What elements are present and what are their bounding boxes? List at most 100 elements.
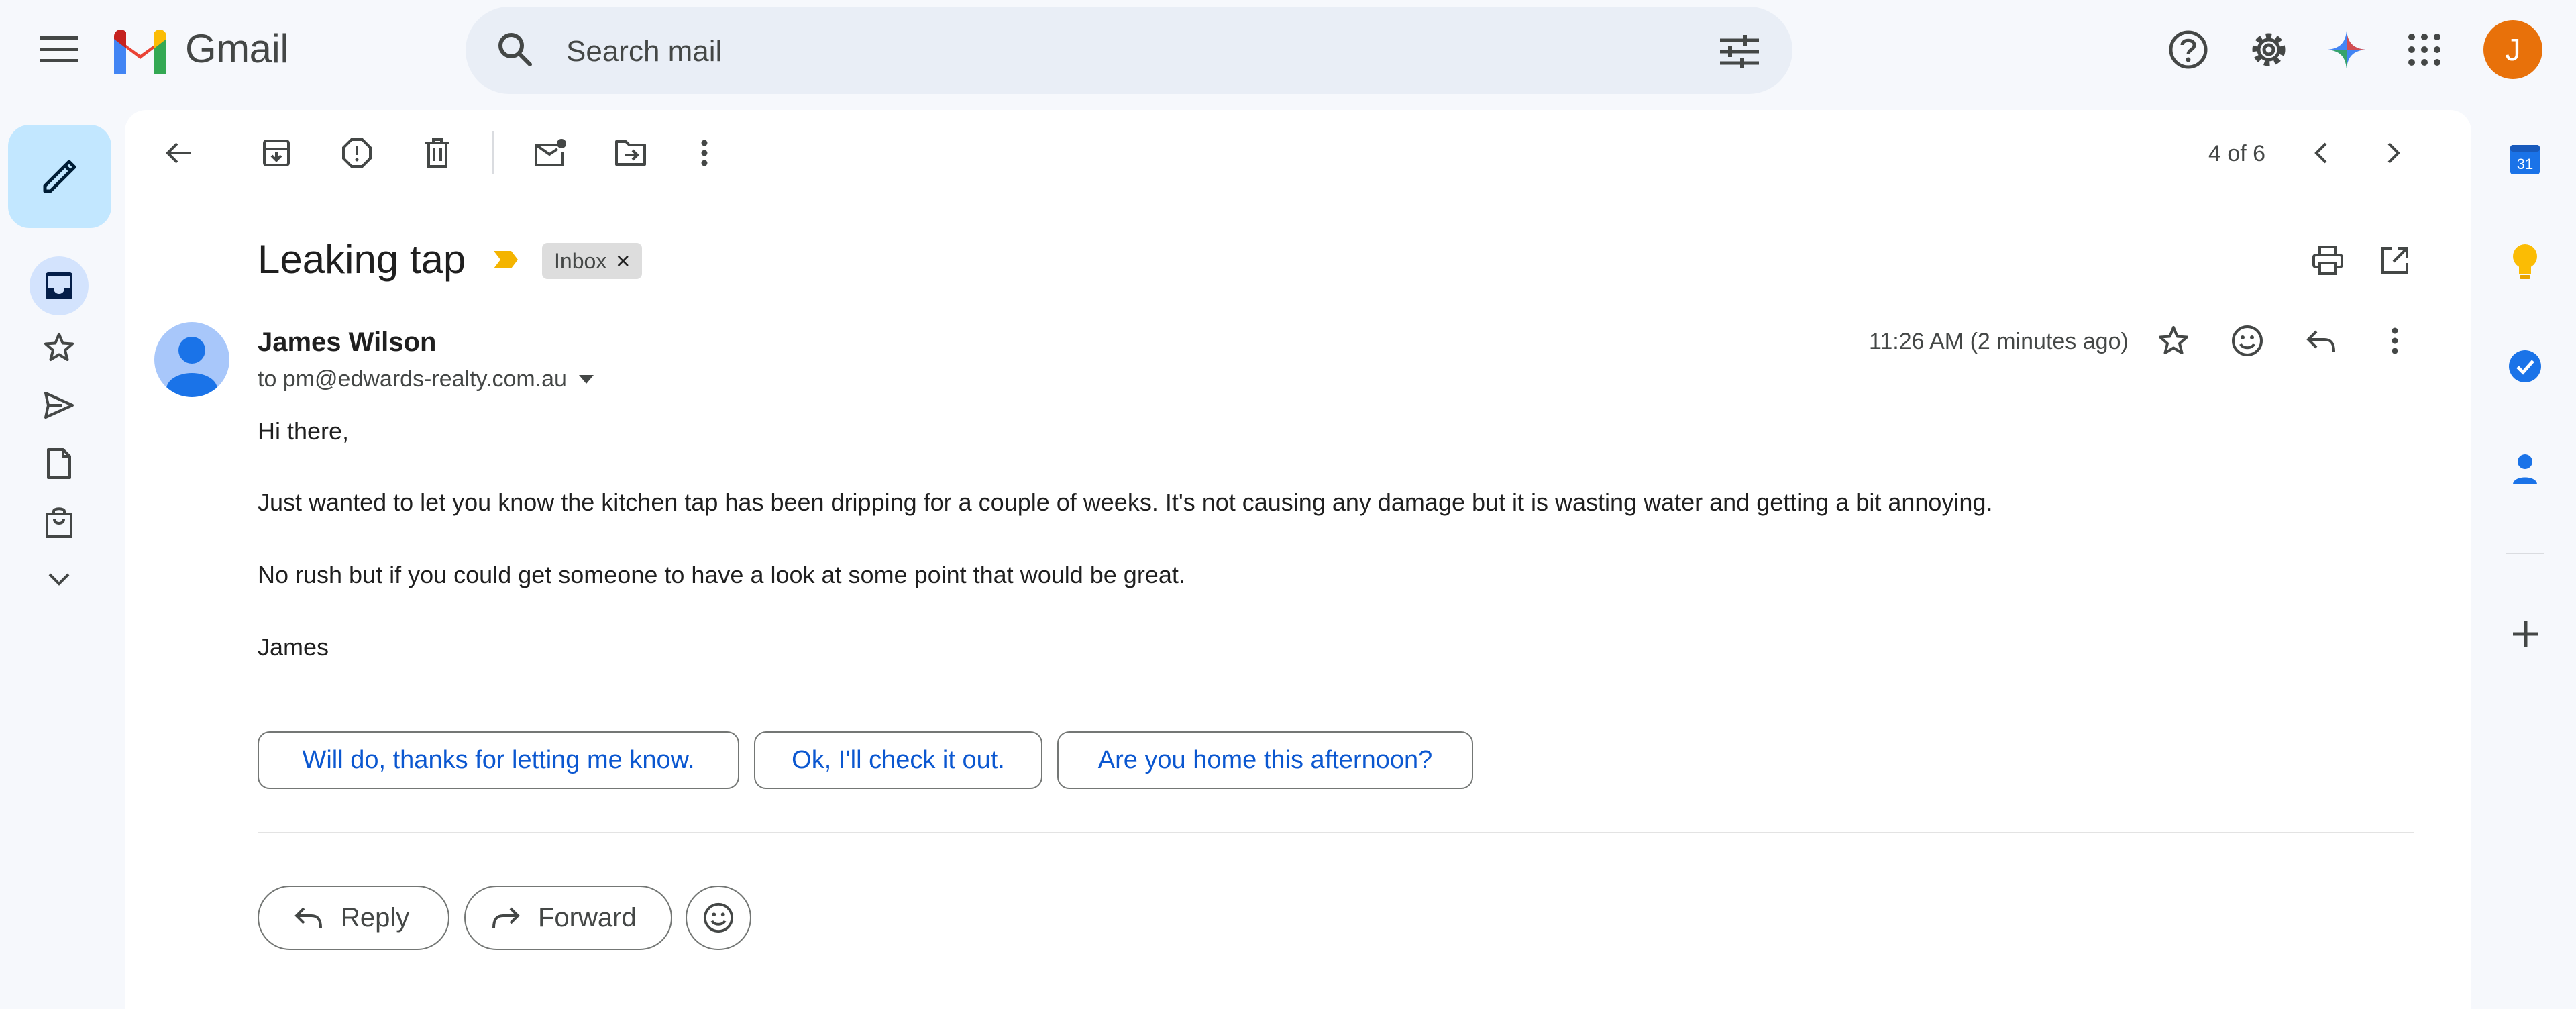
- message-more-button[interactable]: [2365, 311, 2424, 370]
- account-avatar[interactable]: J: [2483, 20, 2542, 79]
- reply-divider: [258, 832, 2414, 833]
- person-icon: [166, 337, 217, 397]
- move-folder-icon: [615, 140, 646, 166]
- open-new-window-button[interactable]: [2365, 231, 2424, 290]
- details-dropdown-icon[interactable]: [578, 374, 594, 384]
- star-outline-icon: [2159, 326, 2188, 354]
- apps-grid-icon: [2408, 34, 2440, 66]
- pager-count: 4 of 6: [2208, 141, 2266, 166]
- recipient-line: to pm@edwards-realty.com.au: [258, 366, 594, 392]
- apps-button[interactable]: [2395, 20, 2454, 79]
- inbox-label-chip: Inbox ×: [542, 243, 643, 279]
- print-button[interactable]: [2298, 231, 2357, 290]
- smart-reply-1[interactable]: Will do, thanks for letting me know.: [258, 731, 739, 789]
- archive-button[interactable]: [247, 123, 306, 182]
- gemini-sparkle-icon: [2328, 31, 2365, 68]
- older-button[interactable]: [2364, 123, 2423, 182]
- nav-sent[interactable]: [43, 390, 75, 420]
- nav-purchases[interactable]: [44, 506, 74, 539]
- star-button[interactable]: [2144, 311, 2203, 370]
- hamburger-icon: [40, 36, 78, 62]
- forward-label: Forward: [538, 902, 637, 933]
- contacts-person-icon: [2513, 454, 2537, 484]
- chevron-right-icon: [2387, 142, 2400, 164]
- add-addon-button[interactable]: [2512, 620, 2540, 648]
- app-name: Gmail: [185, 26, 289, 71]
- sender-name[interactable]: James Wilson: [258, 327, 436, 358]
- newer-button[interactable]: [2292, 123, 2351, 182]
- reply-icon-button[interactable]: [2292, 311, 2351, 370]
- importance-marker-icon[interactable]: [492, 250, 519, 270]
- search-options-icon[interactable]: [1720, 35, 1759, 68]
- message-panel: [125, 110, 2471, 1009]
- keep-app-button[interactable]: [2510, 243, 2540, 280]
- smart-reply-2[interactable]: Ok, I'll check it out.: [754, 731, 1042, 789]
- emoji-icon: [2232, 325, 2263, 356]
- main-menu-button[interactable]: [30, 20, 89, 79]
- help-icon: [2169, 30, 2208, 69]
- more-vert-icon: [2392, 327, 2398, 354]
- more-vert-icon: [701, 140, 708, 166]
- move-to-button[interactable]: [601, 123, 660, 182]
- star-icon: [44, 333, 74, 361]
- settings-button[interactable]: [2239, 20, 2298, 79]
- report-icon: [342, 138, 372, 168]
- back-button[interactable]: [149, 123, 208, 182]
- nav-more[interactable]: [47, 572, 71, 588]
- archive-icon: [263, 140, 290, 166]
- mark-unread-icon: [535, 139, 566, 166]
- forward-button[interactable]: Forward: [464, 886, 672, 950]
- reply-label: Reply: [341, 902, 410, 933]
- help-button[interactable]: [2159, 20, 2218, 79]
- calendar-date: 31: [2517, 156, 2533, 172]
- nav-starred[interactable]: [43, 331, 75, 364]
- gmail-logo[interactable]: [110, 27, 170, 74]
- chevron-left-icon: [2314, 142, 2327, 164]
- keep-lightbulb-icon: [2513, 244, 2537, 279]
- report-spam-button[interactable]: [327, 123, 386, 182]
- email-subject: Leaking tap: [258, 237, 466, 282]
- gear-icon: [2252, 33, 2286, 66]
- send-icon: [44, 392, 74, 419]
- inbox-icon: [44, 271, 74, 301]
- chevron-down-icon: [48, 573, 70, 586]
- search-icon[interactable]: [495, 30, 535, 70]
- gemini-button[interactable]: [2317, 20, 2376, 79]
- gmail-logo-icon: [114, 29, 166, 74]
- trash-icon: [425, 138, 449, 168]
- sender-avatar: [154, 322, 229, 397]
- tasks-app-button[interactable]: [2508, 349, 2542, 384]
- delete-button[interactable]: [408, 123, 467, 182]
- compose-button[interactable]: [8, 125, 111, 228]
- pencil-icon: [43, 160, 76, 193]
- forward-icon: [492, 907, 520, 928]
- body-paragraph-2: No rush but if you could get someone to …: [258, 561, 1185, 588]
- side-panel-divider: [2506, 553, 2544, 554]
- draft-file-icon: [47, 448, 71, 479]
- reply-icon: [294, 907, 322, 928]
- shopping-bag-icon: [46, 507, 72, 538]
- react-button[interactable]: [686, 886, 751, 950]
- calendar-icon: 31: [2510, 145, 2540, 174]
- search-input[interactable]: Search mail: [566, 35, 722, 68]
- print-icon: [2312, 246, 2343, 275]
- search-bar[interactable]: Search mail: [466, 7, 1792, 94]
- remove-label-button[interactable]: ×: [616, 247, 630, 275]
- reply-button[interactable]: Reply: [258, 886, 449, 950]
- body-paragraph-1: Just wanted to let you know the kitchen …: [258, 488, 1993, 516]
- recipient-text: to pm@edwards-realty.com.au: [258, 366, 567, 392]
- reply-icon: [2306, 330, 2335, 352]
- calendar-app-button[interactable]: 31: [2509, 142, 2541, 176]
- contacts-app-button[interactable]: [2512, 452, 2538, 486]
- mark-unread-button[interactable]: [521, 123, 580, 182]
- smart-reply-3[interactable]: Are you home this afternoon?: [1057, 731, 1473, 789]
- arrow-back-icon: [166, 142, 191, 164]
- nav-drafts[interactable]: [46, 447, 72, 480]
- email-timestamp: 11:26 AM (2 minutes ago): [1869, 329, 2129, 354]
- open-in-new-icon: [2381, 247, 2408, 274]
- add-reaction-button[interactable]: [2218, 311, 2277, 370]
- toolbar-divider: [492, 131, 494, 174]
- inbox-label-text: Inbox: [554, 248, 607, 273]
- emoji-icon: [703, 902, 734, 933]
- more-actions-button[interactable]: [675, 123, 734, 182]
